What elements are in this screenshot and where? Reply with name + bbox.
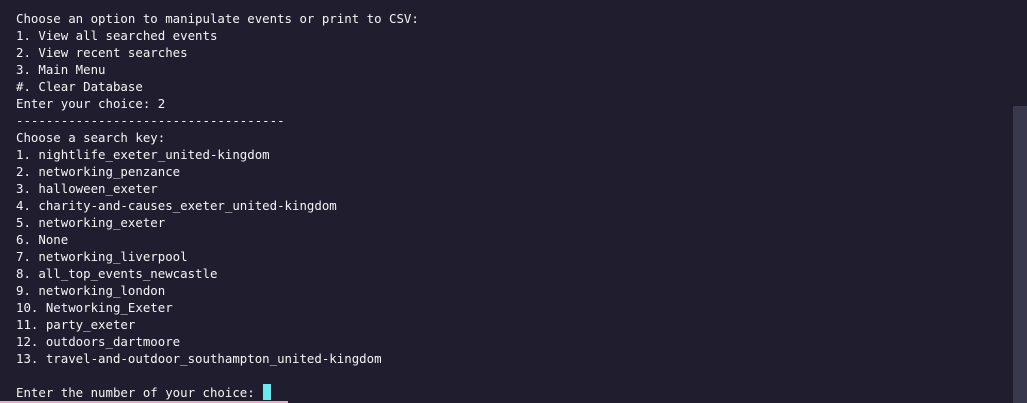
- text-cursor[interactable]: [263, 384, 272, 400]
- search-key-item: 9. networking_london: [16, 283, 166, 298]
- menu-prompt: Choose an option to manipulate events or…: [16, 11, 419, 26]
- vertical-scrollbar[interactable]: [1013, 0, 1027, 403]
- terminal-output: Choose an option to manipulate events or…: [16, 10, 1013, 401]
- search-key-item: 7. networking_liverpool: [16, 249, 188, 264]
- input-line[interactable]: Enter the number of your choice:: [16, 384, 1013, 401]
- search-key-item: 5. networking_exeter: [16, 215, 166, 230]
- search-key-item: 6. None: [16, 232, 69, 247]
- search-key-item: 10. Networking_Exeter: [16, 300, 173, 315]
- terminal-window[interactable]: Choose an option to manipulate events or…: [0, 0, 1013, 403]
- separator-line: ------------------------------------: [16, 113, 285, 128]
- menu-option-clear-database: #. Clear Database: [16, 79, 143, 94]
- search-key-item: 4. charity-and-causes_exeter_united-king…: [16, 198, 337, 213]
- search-key-item: 1. nightlife_exeter_united-kingdom: [16, 147, 270, 162]
- scrollbar-thumb[interactable]: [1013, 106, 1027, 403]
- search-key-item: 13. travel-and-outdoor_southampton_unite…: [16, 351, 382, 366]
- search-key-item: 8. all_top_events_newcastle: [16, 266, 218, 281]
- entered-choice: Enter your choice: 2: [16, 96, 166, 111]
- search-key-item: 3. halloween_exeter: [16, 181, 158, 196]
- input-prompt: Enter the number of your choice:: [16, 385, 263, 400]
- search-key-item: 11. party_exeter: [16, 317, 136, 332]
- menu-option-main-menu: 3. Main Menu: [16, 62, 106, 77]
- menu-option-view-recent: 2. View recent searches: [16, 45, 188, 60]
- search-key-item: 12. outdoors_dartmoore: [16, 334, 181, 349]
- search-key-item: 2. networking_penzance: [16, 164, 181, 179]
- menu-option-view-all: 1. View all searched events: [16, 28, 218, 43]
- search-key-heading: Choose a search key:: [16, 130, 166, 145]
